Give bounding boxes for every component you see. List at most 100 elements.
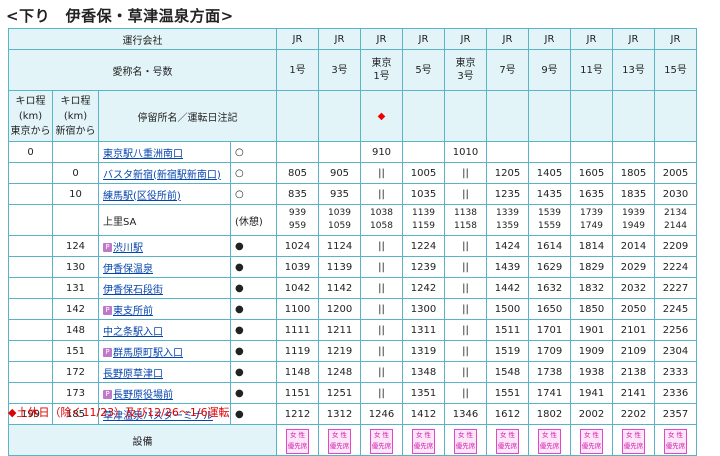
stop-type-mark: ●	[230, 361, 277, 383]
time-cell: 1701	[528, 319, 571, 341]
facility-cell: 女 性優先席	[402, 424, 445, 456]
time-cell: 1039	[276, 256, 319, 278]
operator-cell: JR	[318, 28, 361, 50]
operating-day-mark	[528, 90, 571, 142]
women-priority-seat-icon: 女 性優先席	[664, 428, 687, 454]
depart-time: 1058	[370, 221, 393, 231]
km-tokyo	[8, 319, 53, 341]
time-cell: 1035	[402, 183, 445, 205]
service-name-cell: 11号	[570, 49, 613, 91]
women-priority-seat-icon: 女 性優先席	[328, 428, 351, 454]
time-cell: 1605	[570, 162, 613, 184]
km-tokyo	[8, 235, 53, 257]
time-cell: ||	[360, 162, 403, 184]
time-cell: 1212	[276, 403, 319, 425]
arrive-time: 1339	[496, 208, 519, 218]
km-header-text: (km)	[63, 110, 88, 122]
time-cell: 1439	[486, 256, 529, 278]
time-cell: 1548	[486, 361, 529, 383]
stop-link[interactable]: 群馬原町駅入口	[113, 348, 183, 359]
time-cell: ||	[360, 256, 403, 278]
time-cell: 1835	[612, 183, 655, 205]
stop-type-mark: ○	[230, 183, 277, 205]
time-cell: 1319	[402, 340, 445, 362]
stop-link[interactable]: 東京駅八重洲南口	[103, 149, 183, 160]
operator-cell: JR	[444, 28, 487, 50]
time-cell: 1539 1559	[528, 204, 571, 236]
stop-link[interactable]: 東支所前	[113, 306, 153, 317]
time-cell: 1442	[486, 277, 529, 299]
facility-cell: 女 性優先席	[654, 424, 697, 456]
time-cell: 1412	[402, 403, 445, 425]
time-cell: 2209	[654, 235, 697, 257]
time-cell: 2357	[654, 403, 697, 425]
time-cell	[402, 141, 445, 163]
stop-link[interactable]: 長野原役場前	[113, 390, 173, 401]
time-cell: 1938	[570, 361, 613, 383]
operator-label: 運行会社	[8, 28, 277, 50]
km-shinjuku: 0	[52, 162, 99, 184]
time-cell: 1224	[402, 235, 445, 257]
time-cell: 1239	[402, 256, 445, 278]
km-tokyo	[8, 277, 53, 299]
time-cell: 1242	[402, 277, 445, 299]
arrive-time: 939	[288, 208, 307, 218]
stop-row: 142 P 東支所前 ● 1100 1200 || 1300 || 1500 1650 1850 205…	[8, 298, 697, 320]
footnote: ◆土休日（除く11/23）及び12/26～1/6運転	[8, 406, 230, 419]
km-header-km-tokyo: キロ程 (km) 東京から	[8, 90, 53, 142]
time-cell: 2002	[570, 403, 613, 425]
time-cell: 1042	[276, 277, 319, 299]
parking-icon: P	[103, 306, 112, 315]
km-tokyo	[8, 183, 53, 205]
time-cell: 2050	[612, 298, 655, 320]
stop-row: 130 伊香保温泉 ● 1039 1139 || 1239 || 1439 1629 1829 202…	[8, 256, 697, 278]
time-cell: 1629	[528, 256, 571, 278]
stop-name-cell: 伊香保温泉	[98, 256, 231, 278]
stop-link[interactable]: 中之条駅入口	[103, 327, 163, 338]
time-cell: 2304	[654, 340, 697, 362]
km-shinjuku: 172	[52, 361, 99, 383]
time-cell: 905	[318, 162, 361, 184]
stop-name-cell: 練馬駅(区役所前)	[98, 183, 231, 205]
timetable: 運行会社 JR JR JR JR JR JR JR JR JR JR 愛称名・号数 1号 3号 東京 1号 5号…	[8, 28, 697, 456]
stop-link[interactable]: 伊香保石段街	[103, 285, 163, 296]
service-name: 11号	[580, 64, 603, 76]
badge-line: 女 性	[457, 430, 474, 439]
stop-type-mark: ●	[230, 235, 277, 257]
time-cell: 910	[360, 141, 403, 163]
stop-link[interactable]: 練馬駅(区役所前)	[103, 191, 181, 202]
time-cell: 1650	[528, 298, 571, 320]
stop-type-mark: ●	[230, 403, 277, 425]
badge-line: 女 性	[373, 430, 390, 439]
stop-link[interactable]: 長野原草津口	[103, 369, 163, 380]
badge-line: 女 性	[331, 430, 348, 439]
service-name: 東京	[455, 58, 476, 69]
time-cell: 1235	[486, 183, 529, 205]
arrive-time: 1539	[538, 208, 561, 218]
badge-line: 女 性	[541, 430, 558, 439]
operator-cell: JR	[486, 28, 529, 50]
stop-name-cell: P 長野原役場前	[98, 382, 231, 404]
facility-cell: 女 性優先席	[276, 424, 319, 456]
time-cell: 1010	[444, 141, 487, 163]
operator-cell: JR	[654, 28, 697, 50]
time-cell: 1739 1749	[570, 204, 613, 236]
stop-link[interactable]: バスタ新宿(新宿駅新南口)	[103, 170, 221, 181]
operator-cell: JR	[276, 28, 319, 50]
time-cell: ||	[444, 256, 487, 278]
time-cell: 1351	[402, 382, 445, 404]
service-name-cell: 5号	[402, 49, 445, 91]
stop-row: 148 中之条駅入口 ● 1111 1211 || 1311 || 1511 1701 1901 21…	[8, 319, 697, 341]
badge-line: 優先席	[371, 441, 392, 450]
parking-icon: P	[103, 390, 112, 399]
facility-row: 設備女 性優先席女 性優先席女 性優先席女 性優先席女 性優先席女 性優先席女 …	[8, 424, 697, 456]
stop-type-mark: ●	[230, 382, 277, 404]
stop-link[interactable]: 伊香保温泉	[103, 264, 153, 275]
service-name-cell: 東京 1号	[360, 49, 403, 91]
stop-name-cell: P 群馬原町駅入口	[98, 340, 231, 362]
time-cell: ||	[444, 298, 487, 320]
time-cell: ||	[444, 277, 487, 299]
km-tokyo	[8, 204, 53, 236]
stop-row: 151 P 群馬原町駅入口 ● 1119 1219 || 1319 || 1519 1709 1909…	[8, 340, 697, 362]
stop-link[interactable]: 渋川駅	[113, 243, 143, 254]
